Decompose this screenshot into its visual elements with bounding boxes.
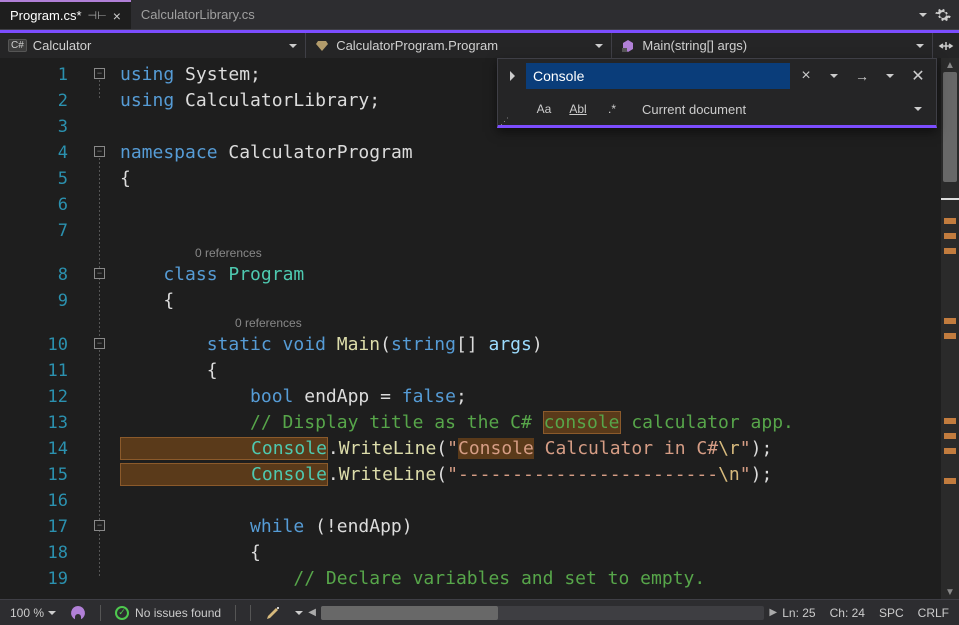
find-input[interactable]: [526, 63, 790, 89]
chevron-down-icon: [914, 107, 922, 111]
chevron-down-icon: [289, 44, 297, 48]
nav-project-label: Calculator: [33, 38, 92, 53]
line-number: 13: [0, 410, 90, 436]
nav-class-label: CalculatorProgram.Program: [336, 38, 498, 53]
scroll-up-arrow[interactable]: ▲: [945, 60, 955, 70]
chevron-down-icon: [916, 44, 924, 48]
line-number: 16: [0, 488, 90, 514]
line-number: 15: [0, 462, 90, 488]
tab-label: Program.cs*: [10, 8, 82, 23]
line-number: 12: [0, 384, 90, 410]
line-number: 14: [0, 436, 90, 462]
line-number: 3: [0, 114, 90, 140]
nav-method-dropdown[interactable]: Main(string[] args): [612, 33, 933, 58]
line-number: 6: [0, 192, 90, 218]
tab-bar: Program.cs* ⊣⊢ × CalculatorLibrary.cs: [0, 0, 959, 30]
tab-calculatorlibrary[interactable]: CalculatorLibrary.cs: [131, 0, 265, 29]
scroll-right-arrow[interactable]: ▶: [766, 606, 780, 620]
column-indicator[interactable]: Ch: 24: [830, 606, 865, 620]
tab-label: CalculatorLibrary.cs: [141, 7, 255, 22]
nav-project-dropdown[interactable]: C# Calculator: [0, 33, 306, 58]
resize-grip-icon[interactable]: ⋰: [500, 116, 509, 127]
pin-icon[interactable]: ⊣⊢: [88, 9, 107, 22]
find-replace-panel: × → ✕ Aa Abl .* Current document ⋰: [497, 58, 937, 128]
line-number: 10: [0, 332, 90, 358]
expand-replace-toggle[interactable]: [504, 62, 522, 90]
nav-method-label: Main(string[] args): [642, 38, 747, 53]
status-bar: 100 % ✓ No issues found ◀ ▶ Ln: 25 Ch: 2…: [0, 599, 959, 625]
line-number: 8: [0, 262, 90, 288]
window-dropdown-icon[interactable]: [919, 13, 927, 17]
chevron-down-icon: [595, 44, 603, 48]
chevron-down-icon[interactable]: [295, 611, 303, 615]
scroll-thumb[interactable]: [943, 72, 957, 182]
chevron-down-icon: [48, 611, 56, 615]
match-word-toggle[interactable]: Abl: [566, 98, 590, 120]
line-number: 7: [0, 218, 90, 244]
regex-toggle[interactable]: .*: [600, 98, 624, 120]
indent-mode[interactable]: SPC: [879, 606, 904, 620]
line-indicator[interactable]: Ln: 25: [782, 606, 815, 620]
check-icon: ✓: [115, 606, 129, 620]
line-number: 19: [0, 566, 90, 592]
method-icon: [620, 38, 636, 54]
scroll-down-arrow[interactable]: ▼: [945, 587, 955, 597]
line-number: 9: [0, 288, 90, 314]
line-number: 5: [0, 166, 90, 192]
code-editor[interactable]: 1 2 3 4 5 6 7 8 9 10 11 12 13 14 15 16 1…: [0, 58, 959, 599]
line-number: 11: [0, 358, 90, 384]
tab-program-cs[interactable]: Program.cs* ⊣⊢ ×: [0, 0, 131, 29]
line-number: 4: [0, 140, 90, 166]
code-content[interactable]: using System; using CalculatorLibrary; n…: [90, 58, 959, 599]
scroll-left-arrow[interactable]: ◀: [305, 606, 319, 620]
line-number: 17: [0, 514, 90, 540]
line-number: 18: [0, 540, 90, 566]
close-panel-button[interactable]: ✕: [906, 64, 930, 88]
line-number: 2: [0, 88, 90, 114]
class-icon: [314, 38, 330, 54]
find-next-button[interactable]: →: [850, 64, 874, 88]
codelens-references[interactable]: 0 references: [90, 244, 959, 262]
find-dropdown-button[interactable]: [822, 64, 846, 88]
zoom-level[interactable]: 100 %: [10, 606, 56, 620]
intellicode-icon[interactable]: [70, 605, 86, 621]
match-case-toggle[interactable]: Aa: [532, 98, 556, 120]
line-ending-mode[interactable]: CRLF: [918, 606, 949, 620]
split-editor-button[interactable]: [933, 33, 959, 58]
scope-label: Current document: [642, 102, 746, 117]
gear-icon[interactable]: [935, 7, 951, 23]
horizontal-scrollbar[interactable]: ◀ ▶: [321, 606, 764, 620]
scope-dropdown[interactable]: Current document: [642, 102, 930, 117]
vertical-scrollbar[interactable]: ▲ ▼: [941, 58, 959, 599]
close-find-button[interactable]: ×: [794, 64, 818, 88]
line-number-gutter: 1 2 3 4 5 6 7 8 9 10 11 12 13 14 15 16 1…: [0, 58, 90, 599]
csharp-icon: C#: [8, 39, 27, 52]
close-icon[interactable]: ×: [113, 8, 121, 24]
codelens-references[interactable]: 0 references: [90, 314, 959, 332]
line-number: 1: [0, 62, 90, 88]
brush-icon[interactable]: [265, 605, 281, 621]
find-prev-dropdown[interactable]: [878, 64, 902, 88]
scroll-thumb[interactable]: [321, 606, 498, 620]
navigation-bar: C# Calculator CalculatorProgram.Program …: [0, 30, 959, 58]
error-status[interactable]: ✓ No issues found: [115, 606, 221, 620]
nav-class-dropdown[interactable]: CalculatorProgram.Program: [306, 33, 612, 58]
